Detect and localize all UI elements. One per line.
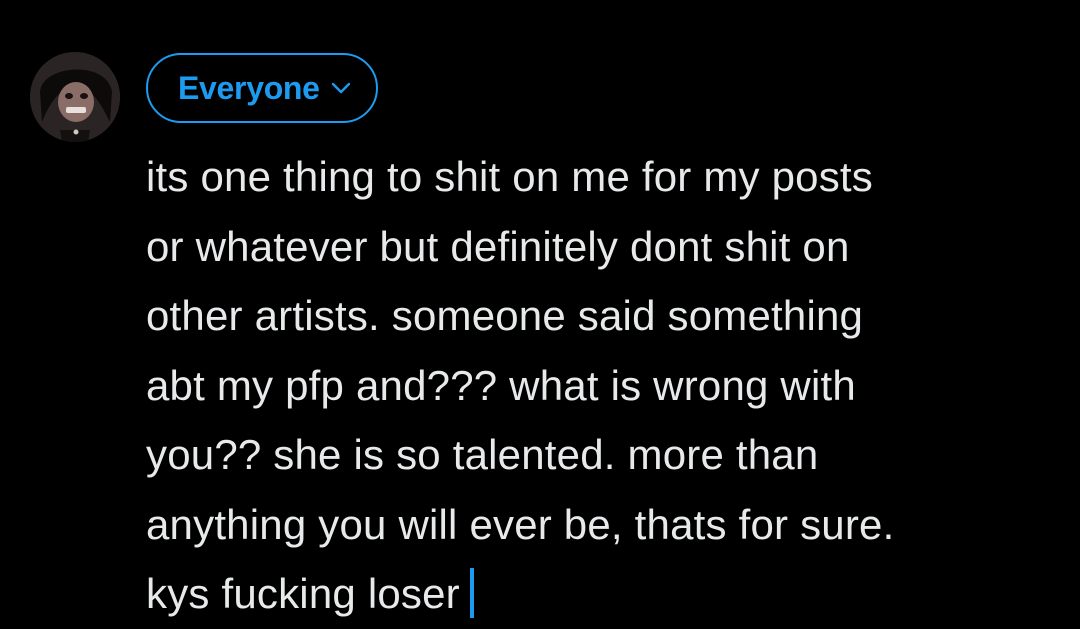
post-text-line: other artists. someone said something <box>146 292 864 339</box>
post-text-line: you?? she is so talented. more than <box>146 431 819 478</box>
avatar[interactable] <box>30 52 120 142</box>
post-text-line: abt my pfp and??? what is wrong with <box>146 361 856 409</box>
post-text-line: or whatever but definitely dont shit on <box>146 222 850 270</box>
post-text-line-last: kys fucking loser <box>146 559 1066 629</box>
audience-label: Everyone <box>178 69 320 106</box>
audience-selector-button[interactable]: Everyone <box>146 53 378 123</box>
post-text-last-segment: kys fucking loser <box>146 570 460 617</box>
post-text-input[interactable]: its one thing to shit on me for my posts… <box>146 142 1066 629</box>
post-text-line: its one thing to shit on me for my posts <box>146 153 874 200</box>
text-caret <box>469 568 474 618</box>
chevron-down-icon <box>330 77 352 99</box>
avatar-image <box>30 52 120 142</box>
post-text-line: anything you will ever be, thats for sur… <box>146 500 895 548</box>
